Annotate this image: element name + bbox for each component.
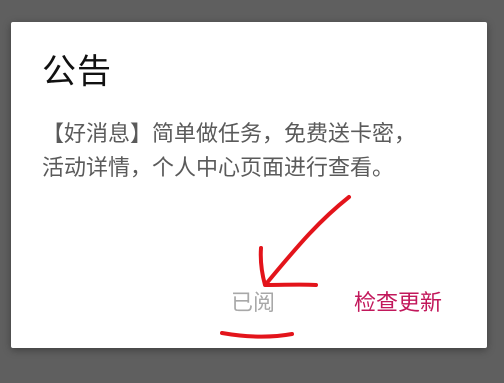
dialog-title: 公告 <box>42 52 112 92</box>
announcement-dialog: 公告 【好消息】简单做任务，免费送卡密，活动详情，个人中心页面进行查看。 已阅 … <box>11 22 487 348</box>
check-update-button[interactable]: 检查更新 <box>354 289 442 319</box>
dialog-message: 【好消息】简单做任务，免费送卡密，活动详情，个人中心页面进行查看。 <box>42 122 417 181</box>
read-button[interactable]: 已阅 <box>231 289 275 319</box>
